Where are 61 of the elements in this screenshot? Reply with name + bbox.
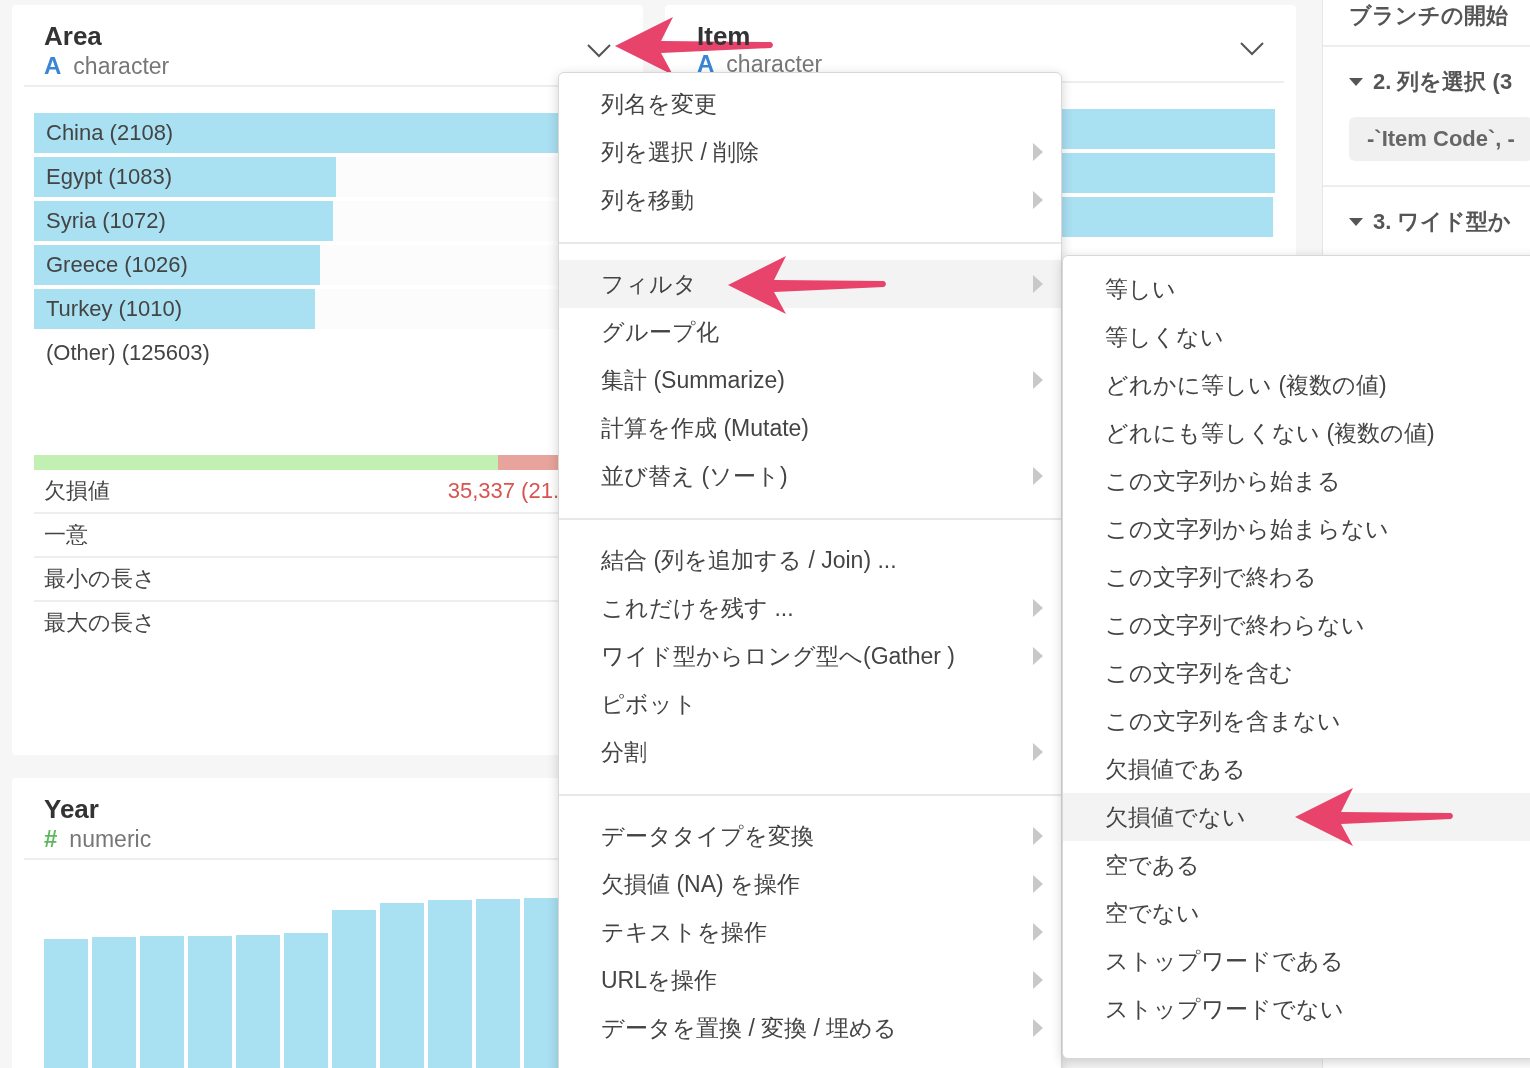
stat-label: 一意 [44,521,88,549]
chevron-down-icon[interactable] [1240,42,1264,56]
menu-item[interactable]: どれにも等しくない (複数の値) [1063,409,1530,457]
bar-label: Turkey (1010) [45,296,183,322]
menu-item[interactable]: 等しくない [1063,313,1530,361]
branch-text: ブランチの開始 [1349,2,1508,30]
other-label: (Other) (125603) [46,340,210,366]
menu-item[interactable]: 欠損値でない [1063,793,1530,841]
menu-item[interactable]: この文字列を含まない [1063,697,1530,745]
stat-label: 最小の長さ [44,565,156,593]
menu-item[interactable]: 等しい [1063,265,1530,313]
caret-down-icon[interactable] [1349,217,1363,227]
type-icon: # [44,824,58,854]
menu-item[interactable]: URLを操作 [559,956,1061,1004]
column-title: Area [44,21,103,51]
menu-item[interactable]: この文字列から始まらない [1063,505,1530,553]
menu-item[interactable]: 結合 (列を追加する / Join) ... [559,536,1061,584]
menu-item[interactable]: 空である [1063,841,1530,889]
column-type: character [726,51,823,77]
bar-label: Greece (1026) [45,252,188,278]
menu-item[interactable]: テキストを操作 [559,908,1061,956]
menu-item[interactable]: この文字列で終わる [1063,553,1530,601]
stat-label: 最大の長さ [44,609,156,637]
menu-item[interactable]: 計算を作成 (Mutate) [559,404,1061,452]
menu-item[interactable]: これだけを残す ... [559,584,1061,632]
step-title[interactable]: 3. ワイド型か [1373,207,1512,237]
stat-value: 35,337 (21. [447,478,559,504]
menu-item[interactable]: 空でない [1063,889,1530,937]
menu-item[interactable]: 列を選択 / 削除 [559,128,1061,176]
type-icon: A [44,51,62,81]
menu-item[interactable]: データを置換 / 変換 / 埋める [559,1004,1061,1052]
menu-item[interactable]: データタイプを変換 [559,812,1061,860]
menu-item[interactable]: 欠損値 (NA) を操作 [559,860,1061,908]
menu-item[interactable]: フィルタ [559,260,1061,308]
menu-item[interactable]: 欠損値である [1063,745,1530,793]
bar-label: China (2108) [45,120,174,146]
column-type: character [73,52,170,81]
menu-item[interactable]: 列名を変更 [559,80,1061,128]
menu-item[interactable]: この文字列を含む [1063,649,1530,697]
step-title[interactable]: 2. 列を選択 (3 [1373,67,1513,97]
menu-item[interactable]: ピボット [559,680,1061,728]
step-chip: -`Item Code`, - [1349,117,1530,161]
menu-item[interactable]: 集計 (Summarize) [559,356,1061,404]
caret-down-icon[interactable] [1349,77,1363,87]
menu-item[interactable]: 並び替え (ソート) [559,452,1061,500]
bar-label: Syria (1072) [45,208,166,234]
column-type: numeric [69,825,152,854]
column-title: Year [44,794,100,824]
bar-label: Egypt (1083) [45,164,172,190]
chevron-down-icon[interactable] [587,44,611,58]
menu-item[interactable]: 列を移動 [559,176,1061,224]
type-icon: A [697,51,715,77]
menu-item[interactable]: 分割 [559,728,1061,776]
menu-item[interactable]: ワイド型からロング型へ(Gather ) [559,632,1061,680]
menu-item[interactable]: ストップワードである [1063,937,1530,985]
menu-item[interactable]: ストップワードでない [1063,985,1530,1033]
menu-item[interactable]: どれかに等しい (複数の値) [1063,361,1530,409]
menu-item[interactable]: この文字列から始まる [1063,457,1530,505]
menu-item[interactable]: グループ化 [559,308,1061,356]
menu-item[interactable]: この文字列で終わらない [1063,601,1530,649]
stat-label: 欠損値 [44,477,110,505]
